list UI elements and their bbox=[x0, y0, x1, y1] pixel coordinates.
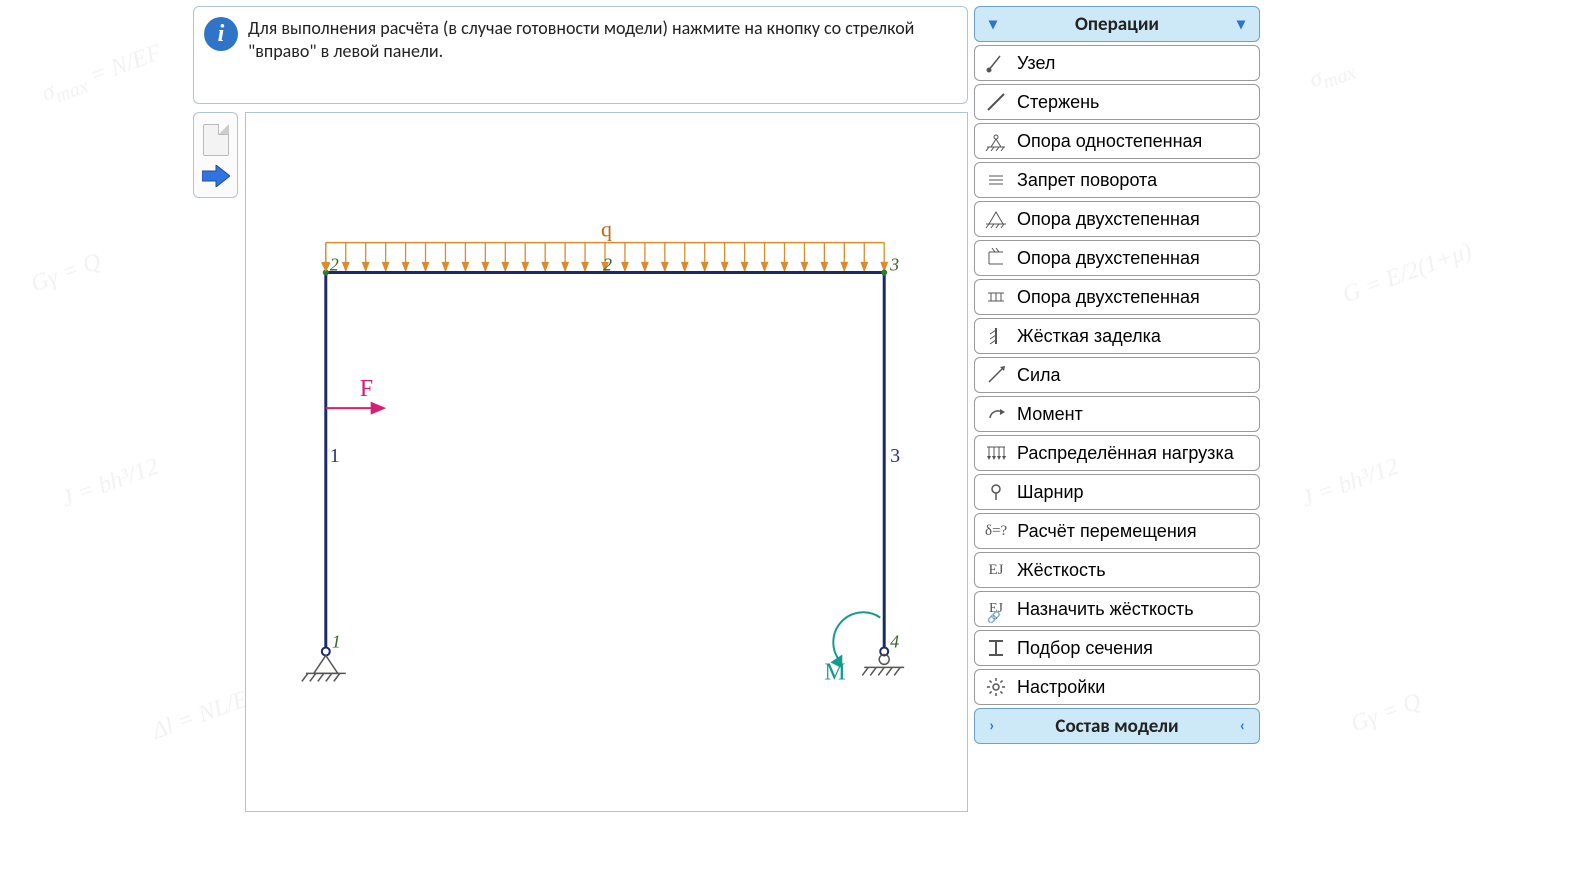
op-displacement[interactable]: δ=? Расчёт перемещения bbox=[974, 513, 1260, 549]
bar-1-label: 1 bbox=[330, 445, 340, 467]
node-2-label: 2 bbox=[330, 255, 339, 275]
op-moment-label: Момент bbox=[1017, 404, 1249, 425]
chevron-down-icon: ▾ bbox=[989, 14, 997, 34]
node-3[interactable] bbox=[881, 270, 887, 276]
operations-panel: ▾ Операции ▾ Узел Стержень Опора односте… bbox=[974, 6, 1260, 744]
op-settings[interactable]: Настройки bbox=[974, 669, 1260, 705]
op-support2c[interactable]: Опора двухстепенная bbox=[974, 279, 1260, 315]
force-F-label: F bbox=[360, 376, 373, 402]
support2c-icon bbox=[985, 286, 1007, 308]
ibeam-icon bbox=[985, 637, 1007, 659]
op-fixed[interactable]: Жёсткая заделка bbox=[974, 318, 1260, 354]
bar-icon bbox=[985, 91, 1007, 113]
op-moment[interactable]: Момент bbox=[974, 396, 1260, 432]
hinge-icon bbox=[985, 481, 1007, 503]
op-node[interactable]: Узел bbox=[974, 45, 1260, 81]
op-support2b-label: Опора двухстепенная bbox=[1017, 248, 1249, 269]
operations-title: Операции bbox=[1075, 13, 1159, 36]
info-icon: i bbox=[204, 17, 238, 51]
delta-icon: δ=? bbox=[985, 520, 1007, 542]
op-support2c-label: Опора двухстепенная bbox=[1017, 287, 1249, 308]
rotlock-icon bbox=[985, 169, 1007, 191]
node-mid-label: 2 bbox=[603, 255, 612, 275]
op-rotlock-label: Запрет поворота bbox=[1017, 170, 1249, 191]
op-section-label: Подбор сечения bbox=[1017, 638, 1249, 659]
force-icon bbox=[985, 364, 1007, 386]
op-bar[interactable]: Стержень bbox=[974, 84, 1260, 120]
chevron-right-icon: › bbox=[989, 717, 995, 736]
op-rotlock[interactable]: Запрет поворота bbox=[974, 162, 1260, 198]
op-hinge[interactable]: Шарнир bbox=[974, 474, 1260, 510]
new-document-icon[interactable] bbox=[203, 124, 229, 156]
model-contents-footer[interactable]: › Состав модели ‹ bbox=[974, 708, 1260, 744]
op-distload-label: Распределённая нагрузка bbox=[1017, 443, 1249, 464]
node-3-label: 3 bbox=[889, 255, 899, 275]
support2a-icon bbox=[985, 208, 1007, 230]
info-banner: i Для выполнения расчёта (в случае готов… bbox=[193, 6, 968, 104]
left-toolbar bbox=[193, 112, 238, 198]
op-displacement-label: Расчёт перемещения bbox=[1017, 521, 1249, 542]
support2b-icon bbox=[985, 247, 1007, 269]
operations-header[interactable]: ▾ Операции ▾ bbox=[974, 6, 1260, 42]
op-hinge-label: Шарнир bbox=[1017, 482, 1249, 503]
op-section[interactable]: Подбор сечения bbox=[974, 630, 1260, 666]
op-support2a-label: Опора двухстепенная bbox=[1017, 209, 1249, 230]
fixed-icon bbox=[985, 325, 1007, 347]
op-bar-label: Стержень bbox=[1017, 92, 1249, 113]
op-node-label: Узел bbox=[1017, 53, 1249, 74]
node-icon bbox=[985, 52, 1007, 74]
op-stiffness-label: Жёсткость bbox=[1017, 560, 1249, 581]
load-q-label: q bbox=[601, 217, 612, 242]
op-support2a[interactable]: Опора двухстепенная bbox=[974, 201, 1260, 237]
chevron-left-icon: ‹ bbox=[1239, 717, 1245, 736]
distload-icon bbox=[985, 442, 1007, 464]
op-stiffness[interactable]: EJ Жёсткость bbox=[974, 552, 1260, 588]
op-force-label: Сила bbox=[1017, 365, 1249, 386]
model-contents-title: Состав модели bbox=[1055, 715, 1178, 738]
op-force[interactable]: Сила bbox=[974, 357, 1260, 393]
chevron-down-icon: ▾ bbox=[1237, 14, 1245, 34]
op-assign-stiffness-label: Назначить жёсткость bbox=[1017, 599, 1249, 620]
node-4-label: 4 bbox=[890, 631, 899, 651]
node-1-label: 1 bbox=[332, 631, 341, 651]
support1-icon bbox=[985, 130, 1007, 152]
info-message: Для выполнения расчёта (в случае готовно… bbox=[248, 17, 951, 64]
op-support1-label: Опора одностепенная bbox=[1017, 131, 1249, 152]
run-button[interactable] bbox=[202, 165, 230, 187]
op-support1[interactable]: Опора одностепенная bbox=[974, 123, 1260, 159]
ej-link-icon: EJ🔗 bbox=[985, 598, 1007, 620]
bar-3-label: 3 bbox=[890, 445, 900, 467]
scheme-canvas[interactable]: 1 2 2 3 4 1 3 bbox=[245, 112, 968, 812]
force-F[interactable] bbox=[326, 403, 384, 413]
op-support2b[interactable]: Опора двухстепенная bbox=[974, 240, 1260, 276]
op-assign-stiffness[interactable]: EJ🔗 Назначить жёсткость bbox=[974, 591, 1260, 627]
op-settings-label: Настройки bbox=[1017, 677, 1249, 698]
gear-icon bbox=[985, 676, 1007, 698]
op-fixed-label: Жёсткая заделка bbox=[1017, 326, 1249, 347]
moment-icon bbox=[985, 403, 1007, 425]
moment-M-label: M bbox=[824, 659, 845, 685]
support-pin-node1[interactable] bbox=[302, 655, 346, 681]
scheme-svg: 1 2 2 3 4 1 3 bbox=[246, 113, 967, 811]
support-roller-node4[interactable] bbox=[862, 654, 904, 675]
op-distload[interactable]: Распределённая нагрузка bbox=[974, 435, 1260, 471]
ej-icon: EJ bbox=[985, 559, 1007, 581]
